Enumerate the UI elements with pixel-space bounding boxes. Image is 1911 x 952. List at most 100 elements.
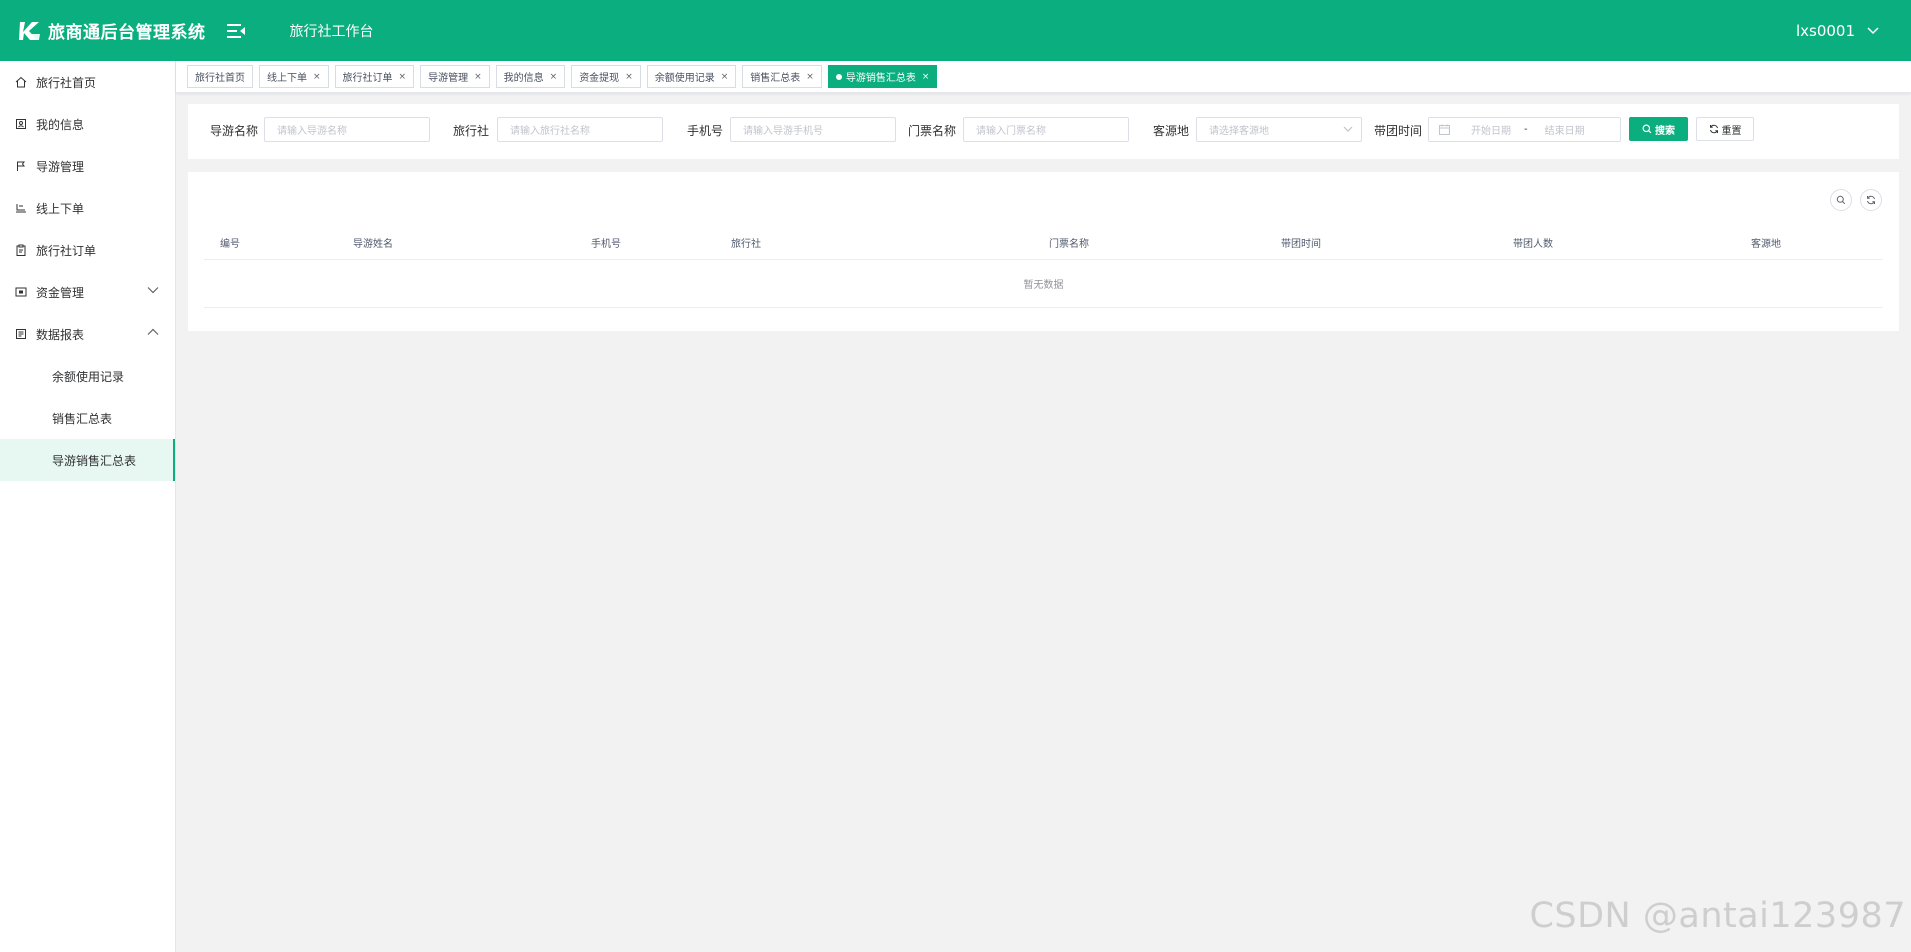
sidebar-item-label: 资金管理 xyxy=(36,285,85,300)
refresh-table-button[interactable] xyxy=(1860,189,1882,211)
tag-guide-sales-summary[interactable]: 导游销售汇总表 × xyxy=(827,65,938,88)
tag-label: 我的信息 xyxy=(503,73,544,84)
tag-label: 线上下单 xyxy=(267,73,307,84)
search-icon xyxy=(1642,124,1652,134)
column-header-id: 编号 xyxy=(220,239,240,250)
sidebar-subitem-label: 余额使用记录 xyxy=(52,369,125,384)
table-panel: 编号 导游姓名 手机号 旅行社 门票名称 带团时间 带团人数 客源地 暂无数据 xyxy=(188,172,1899,331)
end-date-placeholder[interactable]: 结束日期 xyxy=(1536,122,1594,137)
origin-placeholder: 请选择客源地 xyxy=(1209,126,1269,137)
table-empty-state: 暂无数据 xyxy=(204,260,1883,308)
close-icon[interactable]: × xyxy=(625,72,633,82)
start-date-placeholder[interactable]: 开始日期 xyxy=(1462,122,1520,137)
calendar-icon xyxy=(1439,124,1450,135)
sidebar-item-label: 数据报表 xyxy=(36,327,85,342)
tag-label: 旅行社订单 xyxy=(342,73,393,84)
wallet-icon xyxy=(14,285,28,299)
tag-label: 导游销售汇总表 xyxy=(845,73,916,84)
tag-online-order[interactable]: 线上下单 × xyxy=(259,65,329,88)
reset-button[interactable]: 重置 xyxy=(1696,117,1754,141)
ticket-name-placeholder: 请输入门票名称 xyxy=(976,126,1046,137)
close-icon[interactable]: × xyxy=(313,72,321,82)
guide-name-label: 导游名称 xyxy=(210,124,259,138)
column-header-origin: 客源地 xyxy=(1751,239,1781,250)
flag-icon xyxy=(14,159,28,173)
close-icon[interactable]: × xyxy=(474,72,482,82)
tour-time-label: 带团时间 xyxy=(1374,124,1423,138)
column-header-tour-size: 带团人数 xyxy=(1513,239,1553,250)
menu-collapse-icon[interactable] xyxy=(226,23,246,39)
sidebar-item-fund-management[interactable]: 资金管理 xyxy=(0,271,175,313)
toggle-search-button[interactable] xyxy=(1830,189,1852,211)
sidebar-item-label: 旅行社首页 xyxy=(36,75,97,90)
ticket-name-label: 门票名称 xyxy=(908,124,957,138)
tag-my-info[interactable]: 我的信息 × xyxy=(495,65,566,88)
sidebar-item-data-reports[interactable]: 数据报表 xyxy=(0,313,175,355)
refresh-icon xyxy=(1709,124,1718,134)
chevron-down-icon xyxy=(1343,126,1353,132)
chevron-down-icon xyxy=(147,287,159,294)
sidebar-item-guide-management[interactable]: 导游管理 xyxy=(0,145,175,187)
phone-input[interactable]: 请输入导游手机号 xyxy=(730,117,896,142)
sidebar-subitem-label: 导游销售汇总表 xyxy=(52,453,137,468)
column-header-agency: 旅行社 xyxy=(731,239,761,250)
ticket-name-input[interactable]: 请输入门票名称 xyxy=(963,117,1129,142)
column-header-tour-time: 带团时间 xyxy=(1281,239,1321,250)
agency-label: 旅行社 xyxy=(453,124,490,138)
reset-button-label: 重置 xyxy=(1721,125,1742,137)
username: lxs0001 xyxy=(1795,21,1855,40)
search-button[interactable]: 搜索 xyxy=(1629,117,1688,141)
user-dropdown[interactable]: lxs0001 xyxy=(1796,0,1879,61)
column-header-ticket-name: 门票名称 xyxy=(1049,239,1089,250)
tour-time-range-picker[interactable]: 开始日期 - 结束日期 xyxy=(1428,117,1621,142)
sidebar-item-online-order[interactable]: 线上下单 xyxy=(0,187,175,229)
sidebar-item-label: 旅行社订单 xyxy=(36,243,97,258)
guide-name-placeholder: 请输入导游名称 xyxy=(277,126,347,137)
top-header: 旅商通后台管理系统 旅行社工作台 lxs0001 xyxy=(0,0,1911,61)
tag-fund-withdrawal[interactable]: 资金提现 × xyxy=(571,65,641,88)
logo-icon xyxy=(19,21,40,40)
order-online-icon xyxy=(14,201,28,215)
chevron-down-icon xyxy=(1867,26,1879,34)
report-icon xyxy=(14,327,28,341)
search-button-label: 搜索 xyxy=(1655,125,1675,137)
sidebar-item-agency-orders[interactable]: 旅行社订单 xyxy=(0,229,175,271)
sidebar-item-label: 导游管理 xyxy=(36,159,85,174)
table-header: 编号 导游姓名 手机号 旅行社 门票名称 带团时间 带团人数 客源地 xyxy=(204,223,1883,260)
tag-guide-management[interactable]: 导游管理 × xyxy=(420,65,490,88)
clipboard-icon xyxy=(14,243,28,257)
tag-label: 导游管理 xyxy=(428,73,469,84)
origin-select[interactable]: 请选择客源地 xyxy=(1196,117,1362,142)
tag-sales-summary[interactable]: 销售汇总表 × xyxy=(742,65,822,88)
sidebar-subitem-sales-summary[interactable]: 销售汇总表 xyxy=(0,397,175,439)
guide-name-input[interactable]: 请输入导游名称 xyxy=(264,117,430,142)
sidebar-subitem-balance-usage[interactable]: 余额使用记录 xyxy=(0,355,175,397)
close-icon[interactable]: × xyxy=(399,72,407,82)
tag-label: 余额使用记录 xyxy=(654,73,715,84)
tag-agency-home[interactable]: 旅行社首页 xyxy=(187,65,253,88)
active-dot-icon xyxy=(835,73,842,80)
close-icon[interactable]: × xyxy=(806,72,814,82)
sidebar: 旅行社首页 我的信息 导游管理 线上下单 旅行社订单 资金管理 数据报表 余额使… xyxy=(0,61,176,952)
tag-label: 销售汇总表 xyxy=(750,73,801,84)
workbench-title[interactable]: 旅行社工作台 xyxy=(290,21,374,41)
sidebar-item-label: 我的信息 xyxy=(36,117,85,132)
tags-view-bar: 旅行社首页 线上下单 × 旅行社订单 × 导游管理 × 我的信息 × 资金提现 × 余额使… xyxy=(176,61,1911,93)
profile-icon xyxy=(14,117,28,131)
sidebar-item-my-info[interactable]: 我的信息 xyxy=(0,103,175,145)
agency-input[interactable]: 请输入旅行社名称 xyxy=(497,117,663,142)
phone-placeholder: 请输入导游手机号 xyxy=(743,126,823,137)
sidebar-item-agency-home[interactable]: 旅行社首页 xyxy=(0,61,175,103)
empty-text: 暂无数据 xyxy=(1023,280,1064,291)
column-header-phone: 手机号 xyxy=(591,239,621,250)
watermark: CSDN @antai123987 xyxy=(1529,896,1906,936)
close-icon[interactable]: × xyxy=(550,72,558,82)
sidebar-subitem-guide-sales-summary[interactable]: 导游销售汇总表 xyxy=(0,439,175,481)
tag-agency-orders[interactable]: 旅行社订单 × xyxy=(334,65,415,88)
close-icon[interactable]: × xyxy=(721,72,729,82)
close-icon[interactable]: × xyxy=(922,72,930,82)
agency-placeholder: 请输入旅行社名称 xyxy=(510,126,590,137)
tag-balance-usage[interactable]: 余额使用记录 × xyxy=(646,65,737,88)
search-form: 导游名称 请输入导游名称 旅行社 请输入旅行社名称 手机号 请输入导游手机号 门… xyxy=(188,104,1899,159)
origin-label: 客源地 xyxy=(1153,124,1190,138)
